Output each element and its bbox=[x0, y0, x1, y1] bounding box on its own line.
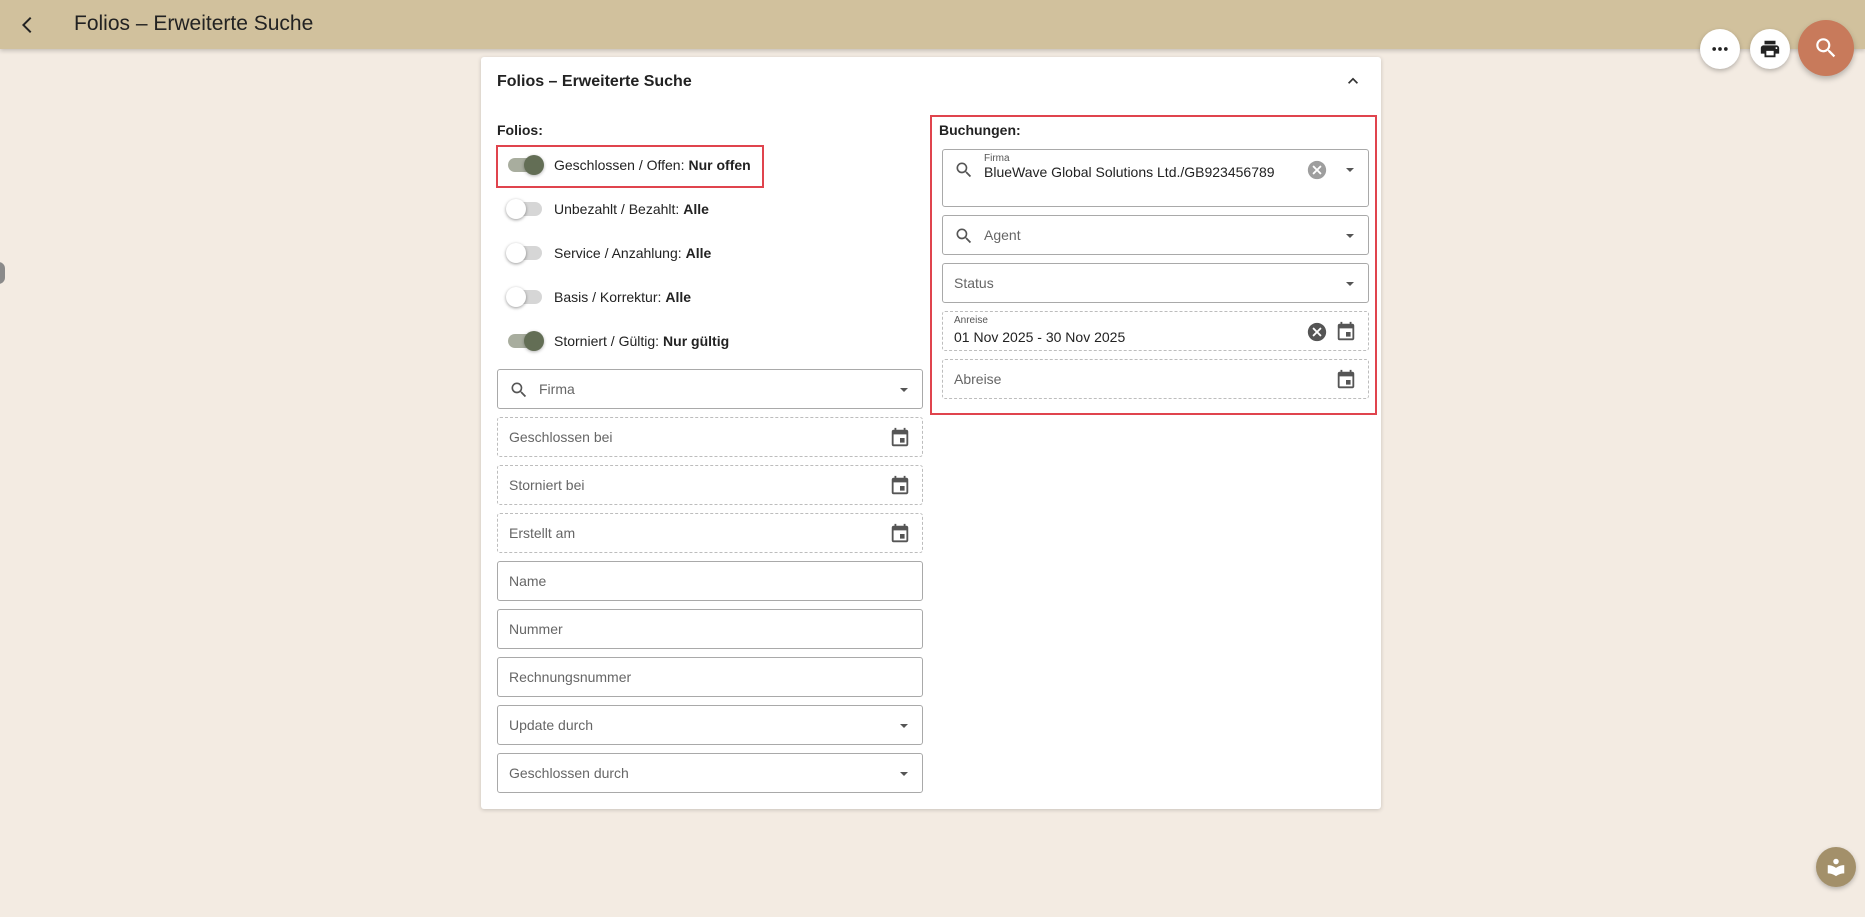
search-icon bbox=[956, 228, 972, 244]
calendar-icon[interactable] bbox=[1335, 321, 1357, 343]
nummer-placeholder: Nummer bbox=[509, 621, 563, 637]
toggle-value: Alle bbox=[683, 201, 709, 217]
toggle-basis-korrektur[interactable]: Basis / Korrektur: Alle bbox=[506, 285, 692, 309]
clear-icon[interactable] bbox=[1306, 321, 1328, 343]
print-button[interactable] bbox=[1750, 29, 1790, 69]
firma-placeholder: Firma bbox=[539, 381, 575, 397]
toggle-value: Nur offen bbox=[688, 157, 751, 173]
abreise-date-field[interactable]: Abreise bbox=[942, 359, 1369, 399]
dropdown-arrow-icon[interactable] bbox=[898, 384, 910, 396]
toggle-label: Storniert / Gültig: bbox=[554, 333, 660, 349]
dropdown-arrow-icon[interactable] bbox=[898, 720, 910, 732]
geschlossen-durch-select[interactable]: Geschlossen durch bbox=[497, 753, 923, 793]
search-icon bbox=[1816, 38, 1836, 58]
dropdown-arrow-icon[interactable] bbox=[1344, 230, 1356, 242]
rechnungsnummer-input[interactable]: Rechnungsnummer bbox=[497, 657, 923, 697]
geschlossen-bei-date-field[interactable]: Geschlossen bei bbox=[497, 417, 923, 457]
abreise-placeholder: Abreise bbox=[954, 371, 1002, 387]
toggle-label: Service / Anzahlung: bbox=[554, 245, 682, 261]
print-icon bbox=[1760, 40, 1780, 58]
search-icon bbox=[956, 162, 972, 178]
calendar-icon[interactable] bbox=[889, 427, 911, 449]
status-select[interactable]: Status bbox=[942, 263, 1369, 303]
toggle-switch[interactable] bbox=[506, 199, 542, 219]
storniert-bei-date-field[interactable]: Storniert bei bbox=[497, 465, 923, 505]
book-reader-icon bbox=[1827, 858, 1845, 877]
storniert-bei-placeholder: Storniert bei bbox=[509, 477, 585, 493]
toggle-geschlossen-offen[interactable]: Geschlossen / Offen: Nur offen bbox=[508, 153, 751, 177]
folios-section-label: Folios: bbox=[497, 122, 543, 138]
status-placeholder: Status bbox=[954, 275, 994, 291]
toggle-knob bbox=[506, 199, 526, 219]
toggle-label: Unbezahlt / Bezahlt: bbox=[554, 201, 680, 217]
toggle-service-anzahlung[interactable]: Service / Anzahlung: Alle bbox=[506, 241, 712, 265]
calendar-icon[interactable] bbox=[889, 523, 911, 545]
more-horizontal-icon bbox=[1712, 47, 1728, 51]
calendar-icon[interactable] bbox=[1335, 369, 1357, 391]
geschlossen-durch-placeholder: Geschlossen durch bbox=[509, 765, 629, 781]
anreise-value: 01 Nov 2025 - 30 Nov 2025 bbox=[954, 329, 1126, 345]
dropdown-arrow-icon[interactable] bbox=[898, 768, 910, 780]
chevron-up-icon bbox=[1348, 77, 1358, 84]
back-button[interactable] bbox=[12, 9, 44, 41]
toggle-knob bbox=[506, 287, 526, 307]
toggle-value: Alle bbox=[665, 289, 692, 305]
toggle-switch[interactable] bbox=[506, 287, 542, 307]
buchungen-section-label: Buchungen: bbox=[939, 122, 1021, 138]
calendar-icon[interactable] bbox=[889, 475, 911, 497]
chevron-left-icon bbox=[22, 17, 32, 33]
firma-floating-label: Firma bbox=[984, 153, 1010, 164]
toggle-switch[interactable] bbox=[508, 155, 544, 175]
toggle-switch[interactable] bbox=[506, 243, 542, 263]
side-drawer-handle[interactable] bbox=[0, 262, 5, 284]
erstellt-am-date-field[interactable]: Erstellt am bbox=[497, 513, 923, 553]
toggle-unbezahlt-bezahlt[interactable]: Unbezahlt / Bezahlt: Alle bbox=[506, 197, 709, 221]
buchungen-firma-select[interactable]: Firma BlueWave Global Solutions Ltd./GB9… bbox=[942, 149, 1369, 207]
name-input[interactable]: Name bbox=[497, 561, 923, 601]
toggle-knob bbox=[506, 243, 526, 263]
search-icon bbox=[511, 382, 527, 398]
update-durch-select[interactable]: Update durch bbox=[497, 705, 923, 745]
toggle-value: Nur gültig bbox=[663, 333, 730, 349]
advanced-search-panel: Folios – Erweiterte Suche Folios: Geschl… bbox=[481, 57, 1381, 809]
more-actions-button[interactable] bbox=[1700, 29, 1740, 69]
rechnungsnummer-placeholder: Rechnungsnummer bbox=[509, 669, 632, 685]
anreise-floating-label: Anreise bbox=[954, 315, 988, 326]
toggle-knob bbox=[524, 155, 544, 175]
dropdown-arrow-icon[interactable] bbox=[1344, 278, 1356, 290]
agent-select[interactable]: Agent bbox=[942, 215, 1369, 255]
toggle-knob bbox=[524, 331, 544, 351]
anreise-date-range-field[interactable]: Anreise 01 Nov 2025 - 30 Nov 2025 bbox=[942, 311, 1369, 351]
nummer-input[interactable]: Nummer bbox=[497, 609, 923, 649]
app-bar: Folios – Erweiterte Suche bbox=[0, 0, 1865, 49]
collapse-button[interactable] bbox=[1341, 69, 1365, 93]
erstellt-am-placeholder: Erstellt am bbox=[509, 525, 576, 541]
panel-title: Folios – Erweiterte Suche bbox=[497, 73, 692, 90]
firma-value: BlueWave Global Solutions Ltd./GB9234567… bbox=[984, 164, 1275, 180]
help-button[interactable] bbox=[1816, 847, 1856, 887]
folios-firma-select[interactable]: Firma bbox=[497, 369, 923, 409]
toggle-storniert-gueltig[interactable]: Storniert / Gültig: Nur gültig bbox=[508, 329, 729, 353]
geschlossen-bei-placeholder: Geschlossen bei bbox=[509, 429, 613, 445]
toggle-switch[interactable] bbox=[508, 331, 544, 351]
dropdown-arrow-icon[interactable] bbox=[1344, 164, 1356, 176]
toggle-label: Geschlossen / Offen: bbox=[554, 157, 685, 173]
update-durch-placeholder: Update durch bbox=[509, 717, 594, 733]
agent-placeholder: Agent bbox=[984, 227, 1021, 243]
page-title: Folios – Erweiterte Suche bbox=[74, 12, 314, 35]
name-placeholder: Name bbox=[509, 573, 547, 589]
clear-icon[interactable] bbox=[1306, 159, 1328, 181]
search-fab-button[interactable] bbox=[1798, 20, 1854, 76]
toggle-value: Alle bbox=[685, 245, 712, 261]
toggle-label: Basis / Korrektur: bbox=[554, 289, 662, 305]
